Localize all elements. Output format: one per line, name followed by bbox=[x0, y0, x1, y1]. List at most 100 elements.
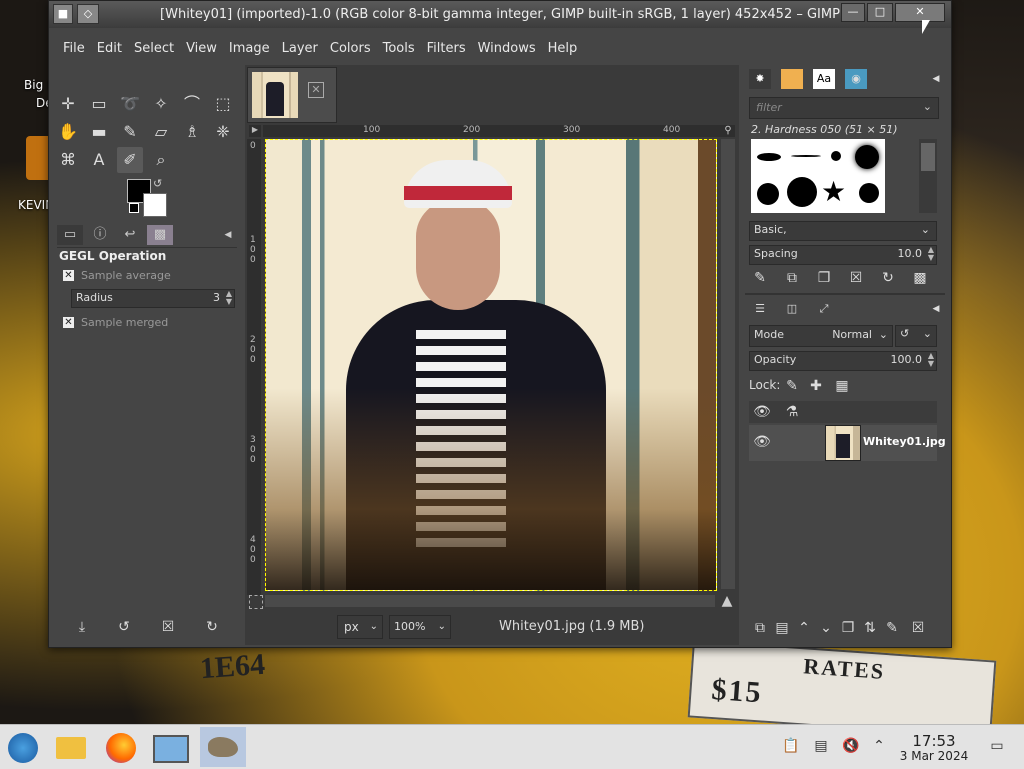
vertical-scrollbar[interactable] bbox=[721, 139, 735, 589]
menu-tools[interactable]: Tools bbox=[377, 37, 421, 61]
clone-tool-icon[interactable]: ♗ bbox=[179, 119, 205, 145]
fonts-tab-icon[interactable]: Aa bbox=[813, 69, 835, 89]
brush-filter-input[interactable]: filter ⌄ bbox=[749, 97, 939, 119]
radius-spinner-icon[interactable]: ▲ ▼ bbox=[226, 290, 232, 306]
minimize-button[interactable]: — bbox=[841, 3, 865, 22]
tool-options-tab-icon[interactable]: ▭ bbox=[57, 225, 83, 245]
brush-scrollbar[interactable] bbox=[919, 139, 937, 213]
move-tool-icon[interactable]: ✛ bbox=[55, 91, 81, 117]
brush-item[interactable] bbox=[757, 153, 781, 161]
lasso-tool-icon[interactable]: ➰ bbox=[117, 91, 143, 117]
layer-name[interactable]: Whitey01.jpg bbox=[863, 435, 946, 448]
document-history-tab-icon[interactable]: ◉ bbox=[845, 69, 867, 89]
bucket-fill-tool-icon[interactable]: ▬ bbox=[86, 119, 112, 145]
clipboard-icon[interactable]: 📋 bbox=[782, 737, 800, 755]
notes-icon[interactable]: ▤ bbox=[812, 737, 830, 755]
images-tab-icon[interactable]: ▩ bbox=[147, 225, 173, 245]
opacity-spinner-icon[interactable]: ▲ ▼ bbox=[928, 352, 934, 368]
delete-options-icon[interactable]: ☒ bbox=[157, 617, 179, 637]
zoom-view-icon[interactable]: ⚲ bbox=[721, 125, 735, 137]
title-bar[interactable]: ■ ◇ [Whitey01] (imported)-1.0 (RGB color… bbox=[49, 1, 951, 28]
brush-item-selected[interactable] bbox=[855, 145, 879, 169]
eraser-tool-icon[interactable]: ▱ bbox=[148, 119, 174, 145]
volume-muted-icon[interactable]: 🔇 bbox=[842, 737, 860, 755]
spacing-spinner-icon[interactable]: ▲ ▼ bbox=[928, 246, 934, 262]
sample-merged-checkbox[interactable]: ✕ bbox=[63, 317, 74, 328]
refresh-brushes-icon[interactable]: ↻ bbox=[877, 267, 899, 289]
warp-tool-icon[interactable]: ✋ bbox=[55, 119, 81, 145]
radius-field[interactable]: Radius 3 ▲ ▼ bbox=[71, 289, 235, 308]
file-manager-task[interactable] bbox=[48, 727, 94, 767]
new-layer-group-icon[interactable]: ▤ bbox=[771, 617, 793, 639]
brush-item[interactable] bbox=[831, 151, 841, 161]
dock-menu-icon[interactable]: ◀ bbox=[925, 299, 947, 319]
delete-brush-icon[interactable]: ☒ bbox=[845, 267, 867, 289]
layer-mask-icon[interactable]: ✎ bbox=[881, 617, 903, 639]
lower-layer-icon[interactable]: ⌄ bbox=[815, 617, 837, 639]
paths-tab-icon[interactable]: ⤢ bbox=[813, 299, 835, 319]
mode-select[interactable]: Mode Normal ⌄ bbox=[749, 325, 893, 347]
crop-tool-icon[interactable]: ⌒ bbox=[179, 91, 205, 117]
layer-row[interactable]: 👁 Whitey01.jpg bbox=[749, 425, 946, 461]
image-tab[interactable]: ✕ bbox=[247, 67, 337, 123]
eye-icon[interactable]: 👁 bbox=[751, 431, 773, 453]
color-picker-tool-icon[interactable]: ✐ bbox=[117, 147, 143, 173]
show-desktop-icon[interactable]: ▭ bbox=[988, 737, 1006, 755]
transform-tool-icon[interactable]: ⬚ bbox=[210, 91, 236, 117]
scroll-thumb[interactable] bbox=[921, 143, 935, 171]
close-tab-icon[interactable]: ✕ bbox=[308, 82, 324, 98]
patterns-tab-icon[interactable] bbox=[781, 69, 803, 89]
brush-item[interactable] bbox=[757, 183, 779, 205]
device-status-tab-icon[interactable]: ⓘ bbox=[87, 225, 113, 245]
brush-item-star[interactable]: ★ bbox=[821, 175, 846, 208]
default-colors-icon[interactable] bbox=[129, 203, 139, 213]
brush-item[interactable] bbox=[791, 155, 821, 157]
paintbrush-tool-icon[interactable]: ✎ bbox=[117, 119, 143, 145]
menu-windows[interactable]: Windows bbox=[472, 37, 542, 61]
zoom-tool-icon[interactable]: ⌕ bbox=[148, 147, 174, 173]
brush-grid[interactable]: ★ bbox=[751, 139, 885, 213]
reset-options-icon[interactable]: ↻ bbox=[201, 617, 223, 637]
dock-separator[interactable] bbox=[745, 293, 945, 295]
system-settings-task[interactable] bbox=[148, 727, 194, 767]
duplicate-brush-icon[interactable]: ❐ bbox=[813, 267, 835, 289]
menu-colors[interactable]: Colors bbox=[324, 37, 377, 61]
menu-help[interactable]: Help bbox=[542, 37, 584, 61]
mode-reset-button[interactable]: ↺ ⌄ bbox=[895, 325, 937, 347]
menu-select[interactable]: Select bbox=[128, 37, 180, 61]
menu-view[interactable]: View bbox=[180, 37, 223, 61]
menu-file[interactable]: File bbox=[57, 37, 91, 61]
text-tool-icon[interactable]: A bbox=[86, 147, 112, 173]
brush-item[interactable] bbox=[859, 183, 879, 203]
quick-mask-icon[interactable] bbox=[249, 595, 263, 609]
unit-select[interactable]: px ⌄ bbox=[337, 615, 383, 639]
fuzzy-select-tool-icon[interactable]: ✧ bbox=[148, 91, 174, 117]
menu-edit[interactable]: Edit bbox=[91, 37, 128, 61]
dock-menu-icon[interactable]: ◀ bbox=[925, 69, 947, 89]
show-hidden-icons-icon[interactable]: ⌃ bbox=[870, 737, 888, 755]
opacity-field[interactable]: Opacity 100.0 ▲ ▼ bbox=[749, 351, 937, 371]
horizontal-scrollbar[interactable] bbox=[265, 595, 715, 607]
image-canvas[interactable] bbox=[265, 139, 717, 591]
undo-history-tab-icon[interactable]: ↩ bbox=[117, 225, 143, 245]
spacing-field[interactable]: Spacing 10.0 ▲ ▼ bbox=[749, 245, 937, 265]
background-color-swatch[interactable] bbox=[143, 193, 167, 217]
close-button[interactable]: ✕ bbox=[895, 3, 945, 22]
menu-filters[interactable]: Filters bbox=[421, 37, 472, 61]
rect-select-tool-icon[interactable]: ▭ bbox=[86, 91, 112, 117]
layers-tab-icon[interactable]: ☰ bbox=[749, 299, 771, 319]
paths-tool-icon[interactable]: ⌘ bbox=[55, 147, 81, 173]
menu-image[interactable]: Image bbox=[223, 37, 276, 61]
delete-layer-icon[interactable]: ☒ bbox=[907, 617, 929, 639]
vertical-ruler[interactable]: 0 1 0 0 2 0 0 3 0 0 4 0 0 bbox=[247, 139, 261, 595]
brush-preset-select[interactable]: Basic, ⌄ bbox=[749, 221, 937, 241]
lock-position-icon[interactable]: ✚ bbox=[805, 375, 827, 397]
clock-time[interactable]: 17:53 bbox=[898, 732, 970, 750]
swap-colors-icon[interactable]: ↺ bbox=[153, 177, 162, 190]
save-options-icon[interactable]: ⤓ bbox=[71, 617, 93, 637]
maximize-button[interactable]: □ bbox=[867, 3, 893, 22]
duplicate-layer-icon[interactable]: ❐ bbox=[837, 617, 859, 639]
start-button[interactable] bbox=[0, 727, 46, 767]
raise-layer-icon[interactable]: ⌃ bbox=[793, 617, 815, 639]
channels-tab-icon[interactable]: ◫ bbox=[781, 299, 803, 319]
